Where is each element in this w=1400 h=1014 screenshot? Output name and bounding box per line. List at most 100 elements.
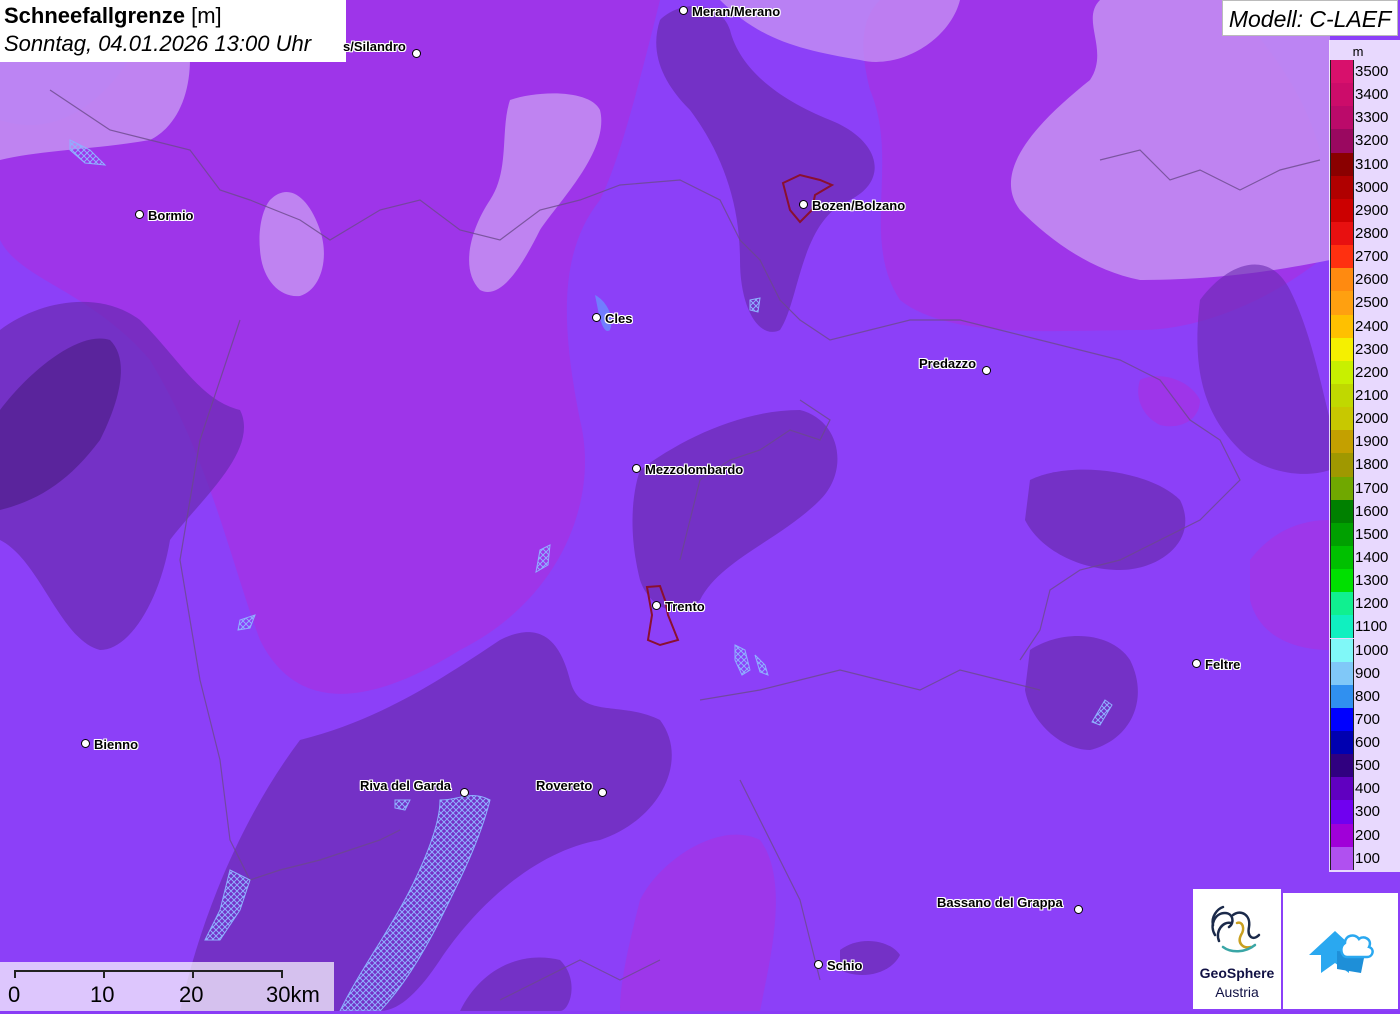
legend-swatch xyxy=(1330,453,1354,477)
legend-label: 400 xyxy=(1355,780,1381,798)
legend-swatch xyxy=(1330,152,1354,176)
legend-entry: 2600 xyxy=(1329,268,1400,292)
city-dot-icon xyxy=(632,464,641,473)
city-dot-icon xyxy=(1074,905,1083,914)
legend-label: 2700 xyxy=(1355,248,1389,266)
scale-tick xyxy=(192,970,194,978)
legend-entry: 3500 xyxy=(1329,60,1400,84)
legend-swatch xyxy=(1330,638,1354,662)
legend-entry: 3000 xyxy=(1329,175,1400,199)
legend-entry: 1600 xyxy=(1329,499,1400,523)
map-title: Schneefallgrenze [m] xyxy=(4,3,222,28)
legend-swatch xyxy=(1330,360,1354,384)
legend-label: 900 xyxy=(1355,664,1381,682)
legend-label: 2400 xyxy=(1355,317,1389,335)
scale-tick xyxy=(14,970,16,978)
city-dot-icon xyxy=(814,960,823,969)
city-label: s/Silandro xyxy=(343,39,406,54)
legend-label: 1800 xyxy=(1355,456,1389,474)
legend-label: 2900 xyxy=(1355,201,1389,219)
legend-label: 2100 xyxy=(1355,386,1389,404)
legend-entry: 100 xyxy=(1329,846,1400,870)
legend-entry: 700 xyxy=(1329,707,1400,732)
legend-swatch xyxy=(1330,684,1354,708)
city-label: Feltre xyxy=(1205,657,1241,672)
legend-swatch xyxy=(1330,754,1354,778)
scale-tick xyxy=(103,970,105,978)
city-label: Rovereto xyxy=(536,778,593,793)
legend-entry: 2300 xyxy=(1329,337,1400,361)
city-label: Mezzolombardo xyxy=(645,462,744,477)
legend-entry: 800 xyxy=(1329,684,1400,708)
legend-label: 3300 xyxy=(1355,109,1389,127)
legend-entry: 2000 xyxy=(1329,407,1400,431)
scale-label: 0 xyxy=(8,982,21,1007)
legend-label: 300 xyxy=(1355,803,1381,821)
legend-label: 1200 xyxy=(1355,595,1389,613)
city-label: Bienno xyxy=(94,737,139,752)
legend-label: 3500 xyxy=(1355,63,1389,80)
legend-swatch xyxy=(1330,592,1354,616)
legend-entry: 2200 xyxy=(1329,360,1400,384)
city-dot-icon xyxy=(799,200,808,209)
legend-entry: 1400 xyxy=(1329,545,1400,570)
legend-swatch xyxy=(1330,221,1354,246)
geosphere-emblem-icon xyxy=(1211,905,1261,953)
legend-entry: 600 xyxy=(1329,731,1400,755)
legend-entry: 2500 xyxy=(1329,291,1400,315)
legend-swatch xyxy=(1330,106,1354,130)
legend-label: 600 xyxy=(1355,734,1381,752)
legend-swatch xyxy=(1330,522,1354,546)
legend-swatch xyxy=(1330,198,1354,222)
scale-tick xyxy=(281,970,283,978)
scale-line xyxy=(14,970,283,972)
legend-entry: 2800 xyxy=(1329,221,1400,246)
legend-swatch xyxy=(1330,476,1354,500)
scale-label: 30km xyxy=(266,982,320,1007)
geosphere-logo[interactable]: GeoSphere Austria xyxy=(1193,889,1281,1009)
legend-swatch xyxy=(1330,60,1354,84)
legend-entry: 1800 xyxy=(1329,453,1400,477)
legend-label: 1100 xyxy=(1355,618,1388,636)
legend-label: 1600 xyxy=(1355,502,1389,520)
legend-entry: 3400 xyxy=(1329,83,1400,107)
partner-logo[interactable] xyxy=(1283,893,1398,1009)
legend-label: 500 xyxy=(1355,757,1381,775)
scale-bar: 0 10 20 30km xyxy=(0,962,334,1011)
legend-swatch xyxy=(1330,314,1354,338)
legend-label: 3100 xyxy=(1355,155,1389,173)
legend-label: 2500 xyxy=(1355,294,1389,312)
city-dot-icon xyxy=(652,601,661,610)
legend-label: 800 xyxy=(1355,687,1381,705)
legend-entry: 300 xyxy=(1329,800,1400,824)
legend-entry: 900 xyxy=(1329,661,1400,685)
legend-entry: 3100 xyxy=(1329,152,1400,176)
color-legend: m 3500 3400 3300 3200 3100 3000 2900 2800 2700 26… xyxy=(1329,40,1400,872)
legend-swatch xyxy=(1330,823,1354,847)
city-label: Predazzo xyxy=(919,356,977,371)
legend-entry: 400 xyxy=(1329,777,1400,801)
legend-swatch xyxy=(1330,83,1354,107)
legend-entry: 500 xyxy=(1329,754,1400,778)
legend-entry: 1700 xyxy=(1329,476,1400,500)
legend-entry: 2700 xyxy=(1329,245,1400,269)
city-label: Cles xyxy=(605,311,633,326)
geosphere-subtitle: Austria xyxy=(1215,984,1259,1000)
city-label: Meran/Merano xyxy=(692,4,781,19)
snowfall-limit-map[interactable] xyxy=(0,0,1400,1011)
city-dot-icon xyxy=(460,788,469,797)
legend-entry: 3300 xyxy=(1329,106,1400,130)
model-label: Modell: C-LAEF xyxy=(1222,0,1398,36)
legend-swatch xyxy=(1330,383,1354,408)
geosphere-name: GeoSphere xyxy=(1199,965,1275,981)
legend-swatch xyxy=(1330,175,1354,199)
legend-swatch xyxy=(1330,129,1354,153)
legend-entry: 1900 xyxy=(1329,430,1400,454)
legend-entry: 1300 xyxy=(1329,569,1400,593)
legend-label: 1700 xyxy=(1355,479,1389,497)
legend-label: 1000 xyxy=(1355,641,1389,659)
city-dot-icon xyxy=(598,788,607,797)
legend-label: 3400 xyxy=(1355,86,1389,104)
legend-swatch xyxy=(1330,777,1354,801)
legend-swatch xyxy=(1330,430,1354,454)
